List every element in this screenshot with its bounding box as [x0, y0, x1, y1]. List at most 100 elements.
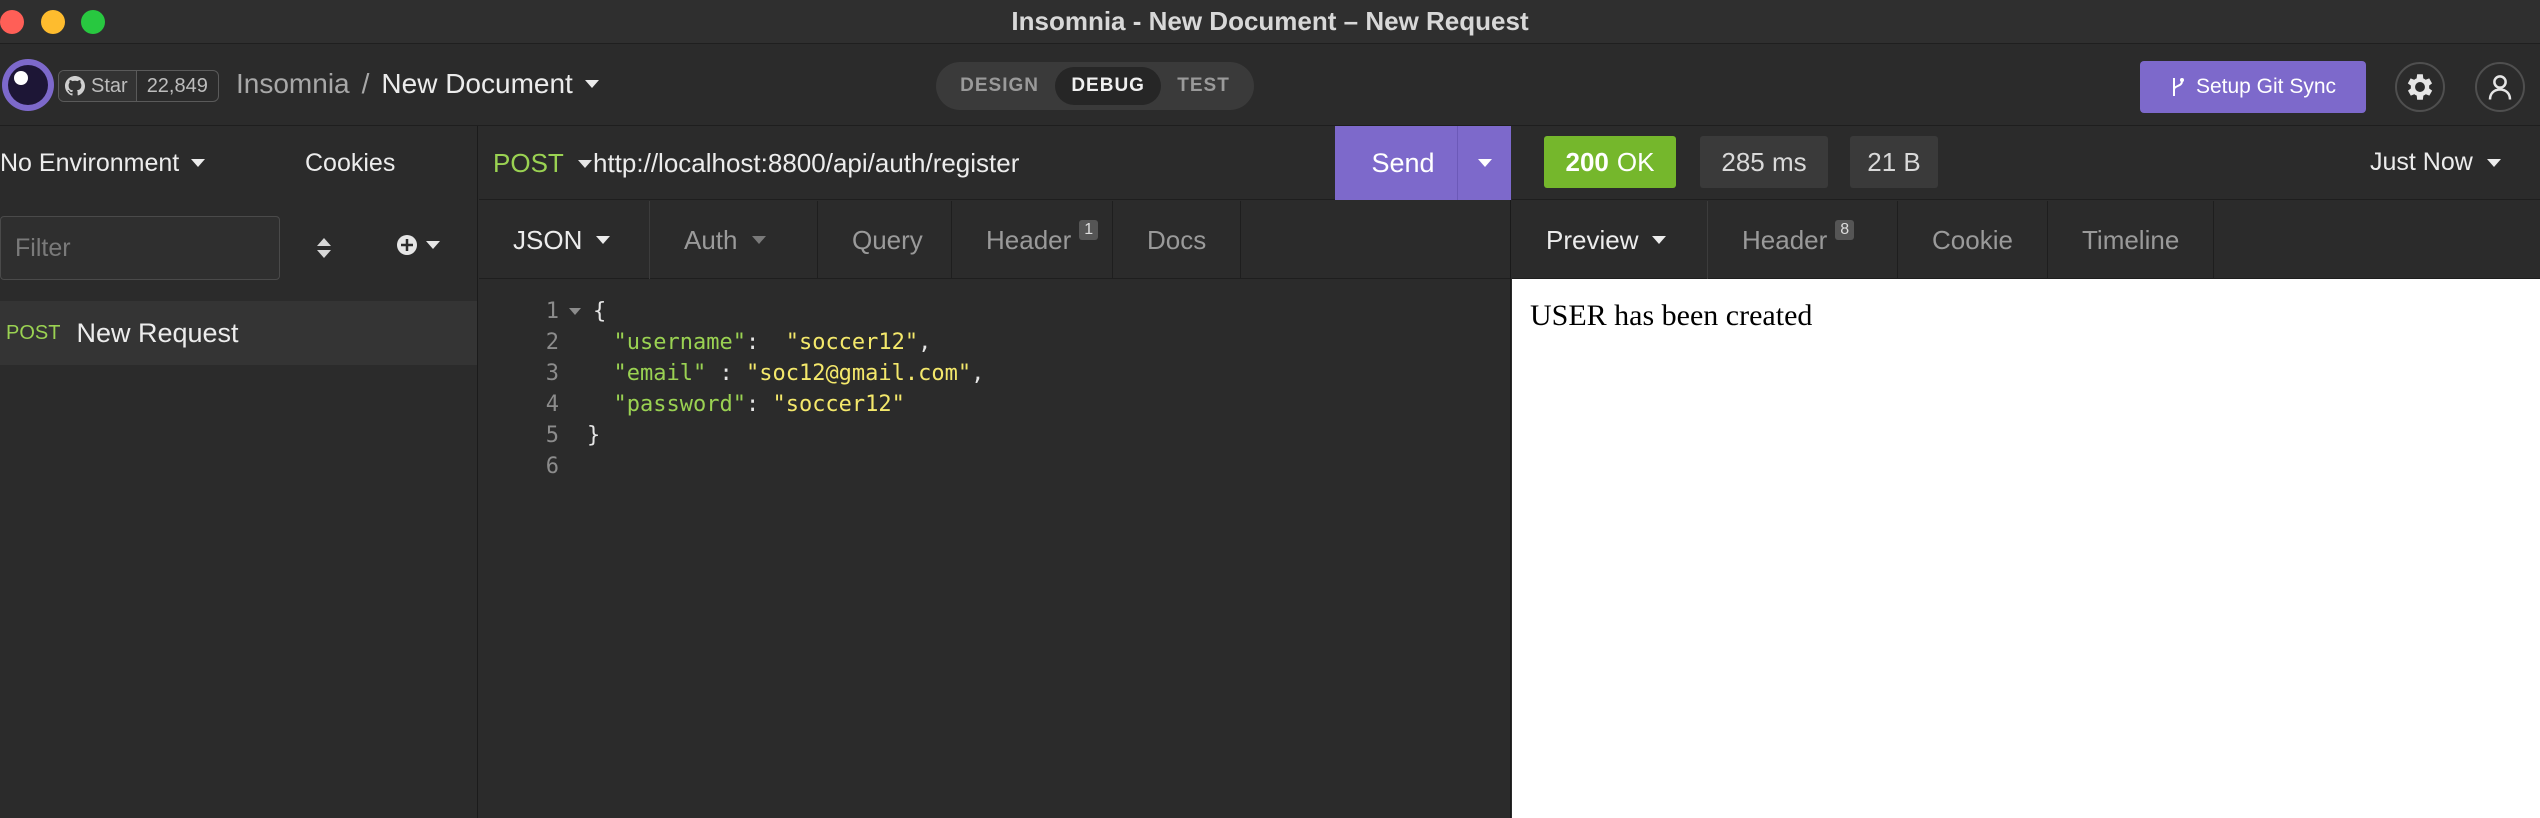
tab-response-header[interactable]: Header 8 [1708, 201, 1898, 279]
method-label: POST [493, 148, 564, 178]
body-type-chevron-down-icon [596, 236, 611, 244]
code-text: } [587, 423, 601, 448]
response-meta-bar: 200 OK 285 ms 21 B Just Now [1512, 126, 2540, 200]
url-bar: POST Send [479, 126, 1511, 200]
code-line: 5 } [479, 420, 1511, 451]
insomnia-logo-icon[interactable] [2, 59, 54, 111]
github-star-count: 22,849 [135, 71, 218, 101]
method-chevron-down-icon [577, 159, 592, 168]
app-header: Star 22,849 Insomnia / New Document DESI… [0, 44, 2540, 126]
tab-label: Cookie [1932, 224, 2013, 255]
sidebar-item-new-request[interactable]: POST New Request [0, 301, 477, 365]
status-text: OK [1616, 146, 1655, 177]
document-menu-chevron-down-icon[interactable] [584, 80, 599, 88]
code-text: { [593, 299, 607, 324]
send-button[interactable]: Send [1335, 126, 1511, 200]
breadcrumb-document[interactable]: New Document [381, 68, 572, 100]
request-tabs: JSON Auth Query Header 1 Docs [479, 201, 1510, 279]
tab-debug[interactable]: DEBUG [1055, 67, 1161, 105]
github-icon [65, 76, 85, 96]
tab-json-body[interactable]: JSON [479, 201, 650, 279]
send-options-button[interactable] [1457, 126, 1511, 200]
breadcrumb: Insomnia / New Document [236, 68, 599, 100]
activity-mode-switch: DESIGN DEBUG TEST [936, 62, 1254, 110]
sort-icon [317, 238, 331, 258]
code-text: "password": "soccer12" [613, 392, 905, 417]
cookies-button[interactable]: Cookies [305, 149, 395, 178]
tab-label: Query [852, 224, 923, 255]
tab-label: Timeline [2082, 224, 2180, 255]
sidebar: No Environment Cookies POST New Request [0, 126, 478, 818]
filter-input[interactable] [0, 216, 280, 280]
method-select[interactable]: POST [493, 148, 592, 179]
breadcrumb-project[interactable]: Insomnia [236, 68, 350, 100]
line-number: 5 [545, 423, 559, 448]
tab-label: Preview [1546, 224, 1639, 255]
response-header-count-badge: 8 [1835, 220, 1855, 240]
history-label: Just Now [2370, 148, 2473, 176]
status-badge: 200 OK [1544, 136, 1676, 188]
breadcrumb-separator: / [361, 68, 370, 99]
add-request-chevron-down-icon [426, 241, 440, 249]
url-input[interactable] [591, 140, 1291, 186]
tab-label: Header [1742, 224, 1828, 255]
github-star-label: Star [91, 74, 128, 97]
response-size-badge: 21 B [1850, 136, 1938, 188]
tab-timeline[interactable]: Timeline [2048, 201, 2214, 279]
setup-git-sync-button[interactable]: Setup Git Sync [2140, 61, 2366, 113]
tab-test[interactable]: TEST [1161, 67, 1246, 105]
request-name: New Request [76, 317, 239, 348]
add-request-button[interactable] [396, 234, 440, 256]
tab-label: Header [986, 224, 1072, 255]
preview-text: USER has been created [1530, 299, 1813, 332]
environment-label: No Environment [0, 148, 180, 177]
window-title: Insomnia - New Document – New Request [1011, 6, 1529, 36]
window-titlebar: Insomnia - New Document – New Request [0, 0, 2540, 44]
history-chevron-down-icon [2486, 158, 2501, 167]
tab-label: Auth [684, 224, 738, 255]
account-button[interactable] [2475, 62, 2525, 112]
send-chevron-down-icon [1477, 159, 1492, 167]
window-minimize-button[interactable] [41, 10, 65, 34]
setup-git-sync-label: Setup Git Sync [2195, 75, 2337, 98]
window-close-button[interactable] [0, 10, 24, 34]
code-line: 6 [479, 451, 1511, 482]
environment-chevron-down-icon [191, 159, 206, 167]
line-number: 1 [545, 299, 559, 324]
settings-button[interactable] [2395, 62, 2445, 112]
response-time-badge: 285 ms [1700, 136, 1828, 188]
code-text: "username": "soccer12", [613, 330, 932, 355]
preview-mode-chevron-down-icon [1652, 236, 1667, 244]
status-code: 200 [1565, 146, 1609, 177]
line-number: 2 [545, 330, 559, 355]
git-branch-icon [2172, 78, 2184, 96]
sort-button[interactable] [312, 232, 336, 264]
request-body-editor[interactable]: 1 { 2 "username": "soccer12", 3 "email" … [479, 280, 1511, 818]
line-number: 4 [545, 392, 559, 417]
code-line: 3 "email" : "soc12@gmail.com", [479, 358, 1511, 389]
window-maximize-button[interactable] [81, 10, 105, 34]
tab-docs[interactable]: Docs [1113, 201, 1241, 279]
user-icon [2488, 75, 2512, 100]
tab-preview[interactable]: Preview [1512, 201, 1708, 279]
request-pane: POST Send JSON Auth Query Header 1 Docs [479, 126, 1511, 818]
tab-design[interactable]: DESIGN [944, 67, 1055, 105]
tab-header[interactable]: Header 1 [952, 201, 1113, 279]
response-history-select[interactable]: Just Now [2370, 148, 2501, 177]
gear-icon [2407, 74, 2433, 100]
response-preview: USER has been created [1512, 279, 2540, 818]
tab-label: Docs [1147, 224, 1207, 255]
response-pane: 200 OK 285 ms 21 B Just Now Preview Head… [1512, 126, 2540, 818]
tab-auth[interactable]: Auth [650, 201, 818, 279]
line-number: 3 [545, 361, 559, 386]
response-tabs: Preview Header 8 Cookie Timeline [1512, 201, 2540, 279]
fold-chevron-down-icon[interactable] [569, 308, 581, 315]
plus-circle-icon [397, 235, 417, 255]
code-line: 1 { [479, 296, 1511, 327]
github-star-button[interactable]: Star 22,849 [58, 70, 219, 102]
tab-label: JSON [513, 224, 583, 255]
tab-cookie[interactable]: Cookie [1898, 201, 2048, 279]
code-text: "email" : "soc12@gmail.com", [613, 361, 985, 386]
environment-select[interactable]: No Environment [0, 148, 206, 178]
tab-query[interactable]: Query [818, 201, 952, 279]
